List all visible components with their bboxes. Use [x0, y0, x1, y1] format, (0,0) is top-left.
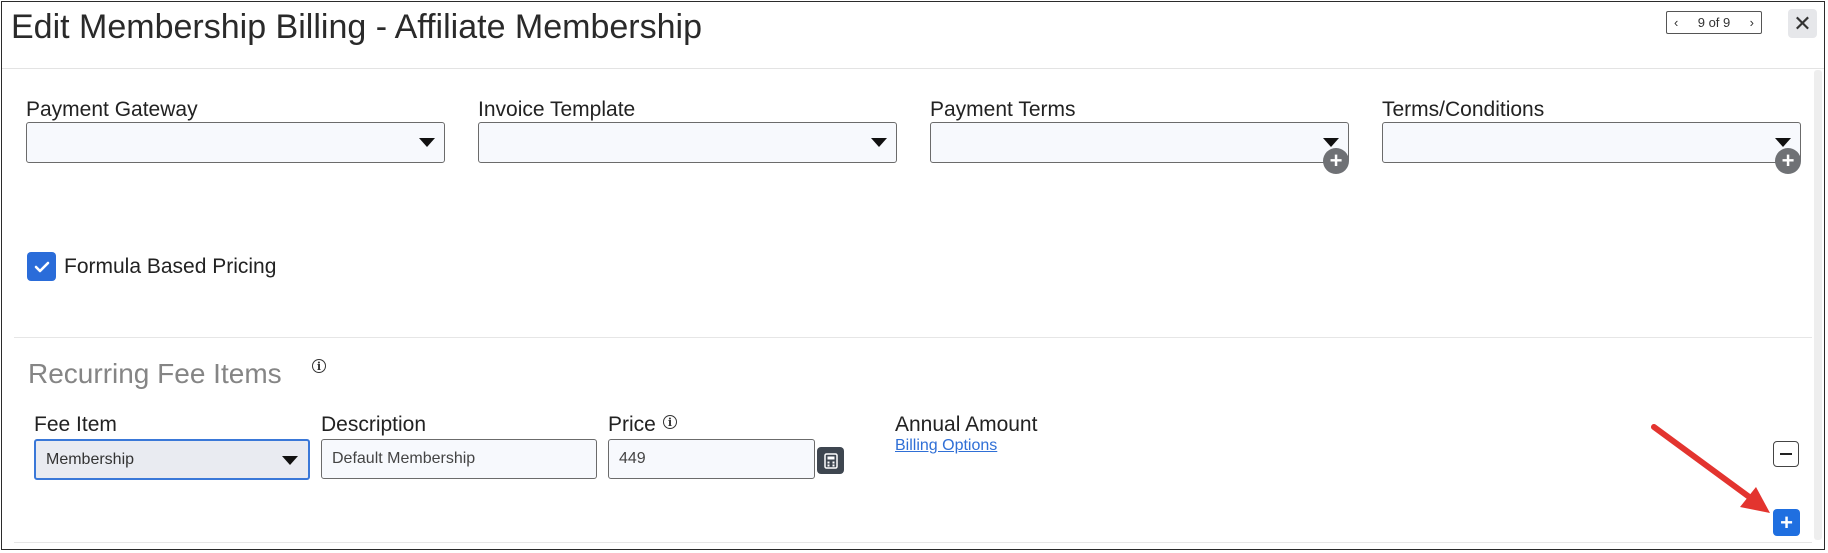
- recurring-fee-items-title: Recurring Fee Items: [28, 358, 282, 389]
- record-pager: ‹ 9 of 9 ›: [1666, 11, 1762, 34]
- terms-conditions-select[interactable]: [1382, 122, 1801, 163]
- formula-pricing-checkbox[interactable]: [27, 252, 56, 281]
- billing-options-link[interactable]: Billing Options: [895, 437, 997, 455]
- chevron-left-icon[interactable]: ‹: [1674, 16, 1678, 29]
- description-value: Default Membership: [332, 450, 476, 467]
- vertical-scrollbar[interactable]: [1814, 70, 1822, 540]
- fee-item-column-label: Fee Item: [34, 413, 117, 436]
- annual-amount-column-label: Annual Amount: [895, 413, 1038, 436]
- add-fee-item-button[interactable]: +: [1773, 509, 1800, 536]
- dialog-title: Edit Membership Billing - Affiliate Memb…: [11, 8, 702, 46]
- pager-text: 9 of 9: [1697, 15, 1731, 30]
- price-input[interactable]: 449: [608, 439, 815, 479]
- chevron-down-icon: [1775, 138, 1791, 147]
- invoice-template-label: Invoice Template: [478, 98, 636, 121]
- calculator-icon: [823, 452, 838, 469]
- close-icon: ✕: [1793, 10, 1812, 36]
- description-input[interactable]: Default Membership: [321, 439, 597, 479]
- info-icon[interactable]: i: [312, 359, 326, 373]
- check-icon: [34, 261, 49, 272]
- invoice-template-select[interactable]: [478, 122, 897, 163]
- dialog-header: Edit Membership Billing - Affiliate Memb…: [2, 2, 1824, 69]
- dialog: Edit Membership Billing - Affiliate Memb…: [1, 1, 1825, 550]
- annotation-arrow: [1651, 424, 1770, 513]
- add-terms-conditions-button[interactable]: +: [1775, 148, 1801, 174]
- description-column-label: Description: [321, 413, 427, 436]
- bottom-divider: [14, 542, 1812, 543]
- close-button[interactable]: ✕: [1788, 9, 1817, 38]
- chevron-down-icon: [419, 138, 435, 147]
- price-info-icon[interactable]: i: [663, 415, 677, 429]
- plus-circle-icon: +: [1329, 148, 1343, 173]
- chevron-down-icon: [1323, 138, 1339, 147]
- chevron-down-icon: [871, 138, 887, 147]
- payment-terms-select[interactable]: [930, 122, 1349, 163]
- chevron-down-icon: [282, 456, 298, 465]
- add-payment-terms-button[interactable]: +: [1323, 148, 1349, 174]
- price-column-label: Price: [608, 413, 656, 436]
- payment-gateway-label: Payment Gateway: [26, 98, 198, 121]
- section-divider: [14, 337, 1812, 338]
- fee-item-value: Membership: [46, 450, 135, 468]
- minus-icon: [1780, 453, 1792, 455]
- fee-item-select[interactable]: Membership: [34, 439, 310, 480]
- plus-icon: +: [1780, 509, 1793, 535]
- payment-gateway-select[interactable]: [26, 122, 445, 163]
- terms-conditions-label: Terms/Conditions: [1382, 98, 1545, 121]
- payment-terms-label: Payment Terms: [930, 98, 1076, 121]
- formula-pricing-label: Formula Based Pricing: [64, 255, 277, 278]
- plus-circle-icon: +: [1781, 148, 1795, 173]
- chevron-right-icon[interactable]: ›: [1750, 16, 1754, 29]
- calculator-button[interactable]: [817, 447, 844, 474]
- price-value: 449: [619, 450, 646, 467]
